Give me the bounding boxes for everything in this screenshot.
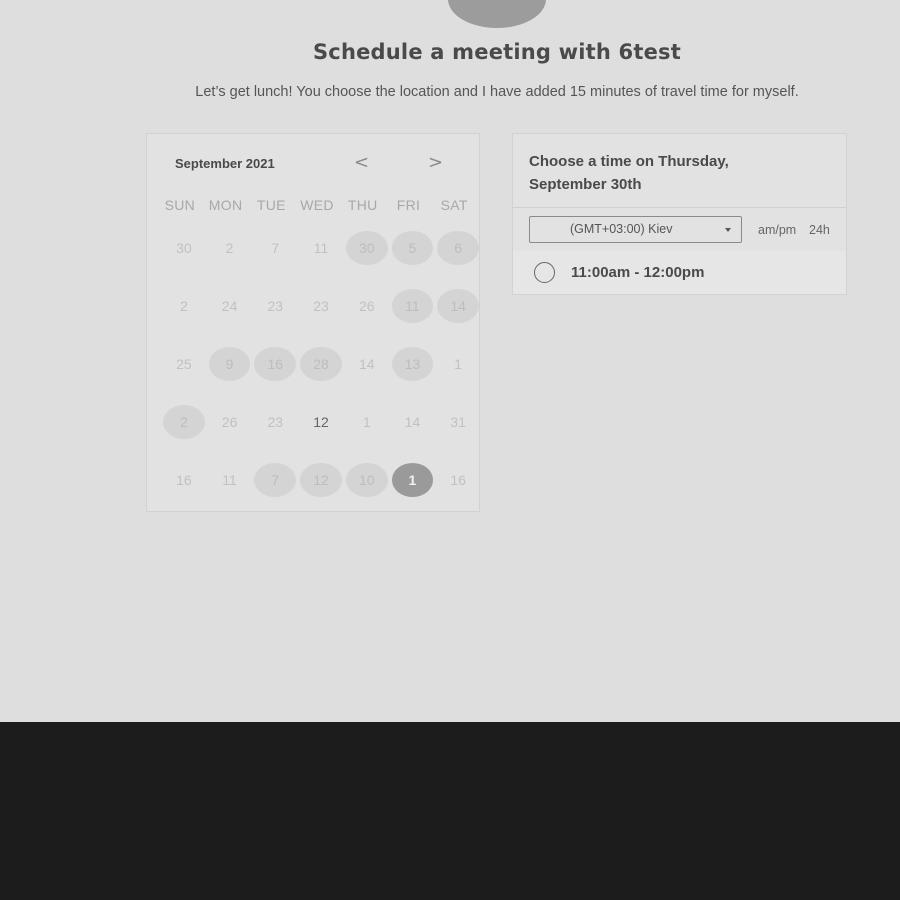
calendar-day[interactable]: 5 [391, 231, 434, 265]
calendar-day: 30 [176, 240, 192, 256]
calendar-day[interactable]: 11 [391, 289, 434, 323]
calendar-day[interactable]: 2 [163, 405, 205, 439]
radio-unchecked-icon[interactable] [534, 262, 555, 283]
time-panel-heading: Choose a time on Thursday, September 30t… [529, 153, 729, 193]
calendar-day[interactable]: 30 [345, 231, 388, 265]
caret-down-icon [725, 228, 731, 232]
24h-format-toggle[interactable]: 24h [809, 223, 830, 237]
weekday-label: SAT [440, 197, 468, 213]
calendar-week-row: 2 26 23 12 1 14 31 [163, 405, 483, 439]
calendar-day[interactable]: 28 [300, 347, 342, 381]
calendar-day: 16 [176, 472, 192, 488]
divider [513, 207, 846, 208]
time-slot-option[interactable]: 11:00am - 12:00pm [513, 251, 846, 294]
calendar-month-label: September 2021 [175, 156, 275, 171]
calendar-day: 2 [225, 240, 234, 256]
calendar-day[interactable]: 16 [254, 347, 297, 381]
calendar-day: 1 [362, 414, 371, 430]
calendar-day[interactable]: 6 [437, 231, 480, 265]
chevron-left-icon[interactable]: < [354, 154, 369, 172]
weekday-label: FRI [396, 197, 421, 213]
scheduling-page: Schedule a meeting with 6test Let’s get … [0, 0, 900, 722]
calendar-day: 23 [313, 298, 329, 314]
calendar-week-row: 25 9 16 28 14 13 1 [163, 347, 483, 381]
timezone-value: (GMT+03:00) Kiev [570, 222, 673, 236]
calendar-day: 26 [221, 414, 238, 430]
chevron-right-icon[interactable]: > [428, 154, 443, 172]
calendar-week-row: 30 2 7 11 30 5 6 [163, 231, 483, 265]
date-picker-calendar: September 2021 < > SUN MON TUE WED THU F… [146, 133, 480, 512]
calendar-day[interactable]: 14 [437, 289, 480, 323]
calendar-day[interactable]: 13 [391, 347, 434, 381]
calendar-day: 24 [221, 298, 238, 314]
calendar-day: 11 [222, 472, 237, 488]
calendar-day[interactable]: 10 [345, 463, 388, 497]
weekday-label: TUE [256, 197, 286, 213]
calendar-day: 25 [176, 356, 192, 372]
page-subtitle: Let’s get lunch! You choose the location… [195, 84, 799, 100]
avatar [448, 0, 546, 28]
calendar-day: 1 [454, 356, 463, 372]
time-slot-label: 11:00am - 12:00pm [571, 264, 705, 281]
calendar-day-selected[interactable]: 1 [391, 463, 434, 497]
calendar-day: 31 [450, 414, 466, 430]
calendar-day: 7 [271, 240, 280, 256]
weekday-label: MON [208, 197, 243, 213]
calendar-day: 16 [450, 472, 466, 488]
weekday-label: WED [300, 197, 334, 213]
calendar-day: 23 [267, 414, 284, 430]
weekday-header-row: SUN MON TUE WED THU FRI SAT [157, 197, 477, 213]
weekday-label: THU [347, 197, 378, 213]
footer-bar [0, 722, 900, 900]
ampm-format-toggle[interactable]: am/pm [758, 223, 796, 237]
calendar-day: 12 [313, 414, 329, 430]
calendar-day: 2 [179, 298, 188, 314]
weekday-label: SUN [164, 197, 196, 213]
calendar-day: 14 [358, 356, 375, 372]
time-slot-panel: Choose a time on Thursday, September 30t… [512, 133, 847, 295]
calendar-day: 11 [313, 240, 329, 256]
calendar-day[interactable]: 9 [208, 347, 251, 381]
calendar-week-row: 16 11 7 12 10 1 16 [163, 463, 483, 497]
page-title: Schedule a meeting with 6test [312, 40, 681, 64]
calendar-day: 14 [404, 414, 421, 430]
calendar-week-row: 2 24 23 23 26 11 14 [163, 289, 483, 323]
timezone-select[interactable]: (GMT+03:00) Kiev [529, 216, 742, 243]
calendar-day: 26 [358, 298, 375, 314]
calendar-day[interactable]: 7 [254, 463, 297, 497]
calendar-day[interactable]: 12 [300, 463, 342, 497]
calendar-day: 23 [267, 298, 284, 314]
